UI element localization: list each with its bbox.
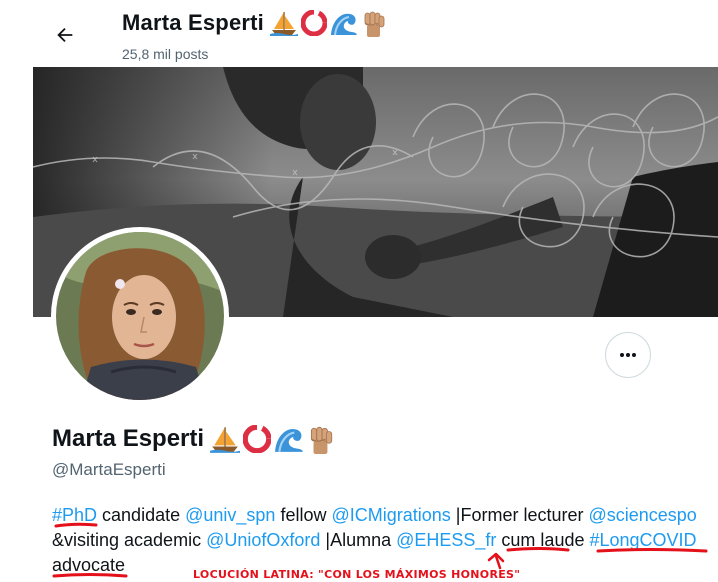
bio-mention-uniofoxford[interactable]: @UniofOxford [206, 530, 320, 550]
avatar-photo [56, 232, 224, 400]
sailboat-icon [210, 427, 241, 453]
wave-icon [275, 429, 303, 453]
bio-text: fellow [275, 505, 332, 525]
bio-mention-sciencespo[interactable]: @sciencespo [588, 505, 696, 525]
bio-text-cum-laude: cum laude [496, 530, 590, 550]
header-emojis [269, 9, 387, 37]
wave-icon [330, 13, 357, 36]
back-button[interactable] [50, 20, 80, 50]
profile-bio: #PhD candidate @univ_spn fellow @ICMigra… [52, 503, 718, 578]
sailboat-icon [269, 12, 298, 36]
avatar[interactable] [51, 227, 229, 405]
user-handle: @MartaEsperti [52, 460, 166, 479]
bio-text: |Alumna [320, 530, 397, 550]
bio-text: &visiting academic [52, 530, 207, 550]
bio-text: |Former lecturer [450, 505, 589, 525]
display-name: Marta Esperti [52, 424, 335, 454]
bio-mention-ehess-fr[interactable]: @EHESS_fr [396, 530, 496, 550]
bio-hashtag-longcovid[interactable]: #LongCOVID [589, 530, 696, 550]
profile-header-bar: Marta Esperti 25,8 mil posts [0, 0, 718, 67]
bio-mention-univ-spn[interactable]: @univ_spn [185, 505, 275, 525]
header-name-text: Marta Esperti [122, 10, 264, 35]
post-count: 25,8 mil posts [122, 46, 209, 62]
more-horizontal-icon [620, 353, 636, 357]
display-name-emojis [210, 424, 335, 454]
lifebuoy-icon [300, 10, 327, 36]
more-options-button[interactable] [605, 332, 651, 378]
display-name-text: Marta Esperti [52, 425, 205, 452]
bio-text: candidate [97, 505, 186, 525]
arrow-left-icon [57, 27, 73, 43]
bio-text: advocate [52, 555, 126, 575]
annotation-text: LOCUCIÓN LATINA: "CON LOS MÁXIMOS HONORE… [193, 568, 521, 581]
raised-fist-icon [310, 426, 333, 454]
lifebuoy-icon [243, 425, 272, 453]
bio-hashtag-phd[interactable]: #PhD [52, 505, 97, 525]
bio-mention-icmigrations[interactable]: @ICMigrations [331, 505, 450, 525]
header-name: Marta Esperti [122, 9, 387, 37]
raised-fist-icon [364, 11, 385, 37]
